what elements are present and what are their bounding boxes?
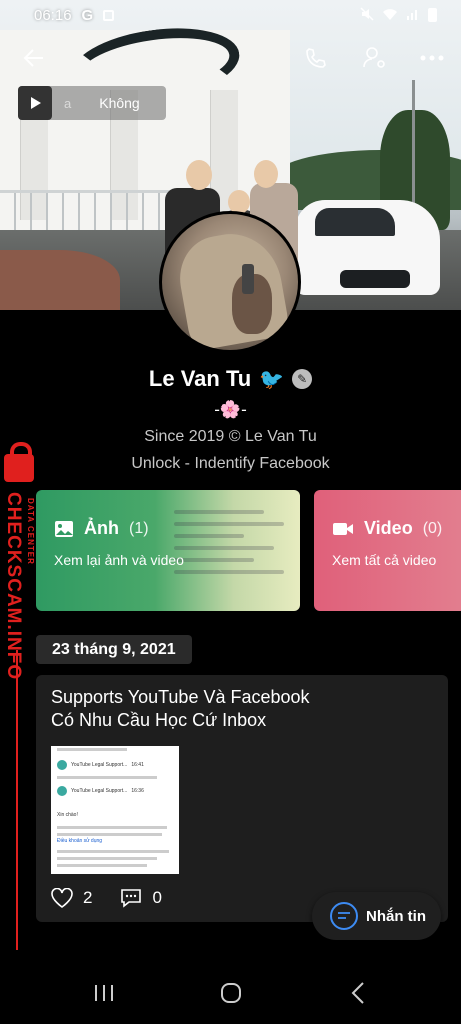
signal-icon xyxy=(406,7,420,24)
play-icon xyxy=(31,97,41,109)
home-icon xyxy=(220,983,241,1003)
comment-count: 0 xyxy=(152,888,162,907)
image-text-line xyxy=(57,857,157,860)
photos-card-title: Ảnh xyxy=(84,518,119,538)
photos-card-subtitle: Xem lại ảnh và video xyxy=(54,552,184,568)
photos-count: (1) xyxy=(129,519,149,537)
bird-emoji: 🐦 xyxy=(259,368,285,391)
user-settings-icon xyxy=(363,47,385,68)
image-text-line xyxy=(57,748,127,751)
image-link-row: Điều khoản sử dụng xyxy=(57,838,102,844)
profile-name-row: Le Van Tu 🐦 ✎ xyxy=(0,366,461,392)
videos-count: (0) xyxy=(422,519,443,537)
battery-icon xyxy=(428,8,437,22)
image-email-row: YouTube Legal Support... 16:41 xyxy=(57,760,144,770)
watermark-subtext: DATA CENTER xyxy=(26,498,35,565)
music-title: Không xyxy=(99,95,140,111)
email-avatar-icon xyxy=(57,786,67,796)
post-card[interactable]: Supports YouTube Và Facebook Có Nhu Cầu … xyxy=(36,675,448,922)
profile-settings-button[interactable] xyxy=(357,40,393,76)
image-email-row: YouTube Legal Support... 16:36 xyxy=(57,786,144,796)
more-options-button[interactable] xyxy=(414,40,450,76)
profile-name: Le Van Tu xyxy=(148,366,252,391)
image-email-sender: YouTube Legal Support... xyxy=(71,762,128,768)
videos-card-title: Video xyxy=(364,518,413,538)
google-icon: G xyxy=(81,6,94,24)
recent-apps-button[interactable] xyxy=(84,973,124,1013)
video-camera-icon xyxy=(333,522,353,535)
back-button[interactable] xyxy=(16,40,52,76)
mute-icon xyxy=(360,6,374,24)
like-count: 2 xyxy=(83,888,93,907)
lock-icon xyxy=(4,442,34,482)
post-text: Supports YouTube Và Facebook Có Nhu Cầu … xyxy=(51,686,310,732)
date-label: 23 tháng 9, 2021 xyxy=(36,635,192,664)
chat-bubble-icon xyxy=(330,902,358,930)
cover-person-head xyxy=(186,160,212,190)
music-thumbnail[interactable] xyxy=(18,86,52,120)
more-dots-icon xyxy=(420,55,444,61)
music-marquee-tail: a xyxy=(64,95,72,111)
status-time: 06:16 xyxy=(34,6,72,24)
watermark-text: CHECKSCAM.INFO xyxy=(3,492,24,681)
phone-icon xyxy=(306,48,326,68)
videos-card-header: Video (0) xyxy=(332,518,442,539)
avatar-phone xyxy=(242,264,254,294)
comment-button[interactable]: 0 xyxy=(120,888,162,908)
image-text-line xyxy=(57,833,162,836)
image-icon xyxy=(55,520,73,537)
system-back-button[interactable] xyxy=(338,973,378,1013)
post-text-line: Có Nhu Cầu Học Cứ Inbox xyxy=(51,710,267,730)
card-background-preview xyxy=(174,502,294,602)
email-avatar-icon xyxy=(57,760,67,770)
post-text-line: Supports YouTube Và Facebook xyxy=(51,687,310,707)
image-greeting: Xin chào! xyxy=(57,812,78,818)
recent-apps-icon xyxy=(94,985,113,1001)
image-text-line xyxy=(57,864,147,867)
comment-icon xyxy=(121,889,142,908)
photos-card[interactable]: Ảnh (1) Xem lại ảnh và video xyxy=(36,490,300,611)
watermark: CHECKSCAM.INFO DATA CENTER xyxy=(0,442,36,950)
bio-line-1: Since 2019 © Le Van Tu xyxy=(144,428,317,445)
cover-car-grille xyxy=(340,270,410,288)
image-greeting-row: Xin chào! xyxy=(57,812,78,818)
photos-card-header: Ảnh (1) xyxy=(54,518,149,539)
call-button[interactable] xyxy=(298,40,334,76)
home-button[interactable] xyxy=(211,973,251,1013)
heart-icon xyxy=(51,888,73,908)
message-button-label: Nhắn tin xyxy=(366,907,426,925)
bio-line-2: Unlock - Indentify Facebook xyxy=(131,455,330,472)
message-button[interactable]: Nhắn tin xyxy=(312,892,441,940)
videos-card[interactable]: Video (0) Xem tất cả video xyxy=(314,490,461,611)
image-text-line xyxy=(57,826,167,829)
profile-music[interactable]: a Không xyxy=(18,86,166,120)
profile-flower: -🌸- xyxy=(214,400,247,419)
edit-pencil-icon[interactable]: ✎ xyxy=(292,369,313,389)
post-actions: 2 0 xyxy=(51,888,190,908)
image-email-time: 16:36 xyxy=(131,788,144,794)
cover-path xyxy=(0,250,120,310)
watermark-line xyxy=(16,650,18,950)
cover-person-head xyxy=(254,160,278,188)
wifi-icon xyxy=(382,7,398,24)
status-right xyxy=(360,6,437,24)
image-link: Điều khoản sử dụng xyxy=(57,838,103,844)
chevron-left-icon xyxy=(351,982,364,1004)
image-email-time: 16:41 xyxy=(131,762,144,768)
videos-card-subtitle: Xem tất cả video xyxy=(332,552,437,568)
status-bar: 06:16 G xyxy=(0,0,461,30)
system-nav-bar xyxy=(0,962,461,1024)
back-arrow-icon xyxy=(23,49,43,67)
image-text-line xyxy=(57,850,169,853)
avatar[interactable] xyxy=(159,211,301,353)
image-email-sender: YouTube Legal Support... xyxy=(71,788,128,794)
like-button[interactable]: 2 xyxy=(51,888,92,908)
image-text-line xyxy=(57,776,157,779)
cover-car-window xyxy=(315,208,395,236)
notification-icon xyxy=(103,9,115,21)
post-image[interactable]: YouTube Legal Support... 16:41 YouTube L… xyxy=(51,746,179,874)
